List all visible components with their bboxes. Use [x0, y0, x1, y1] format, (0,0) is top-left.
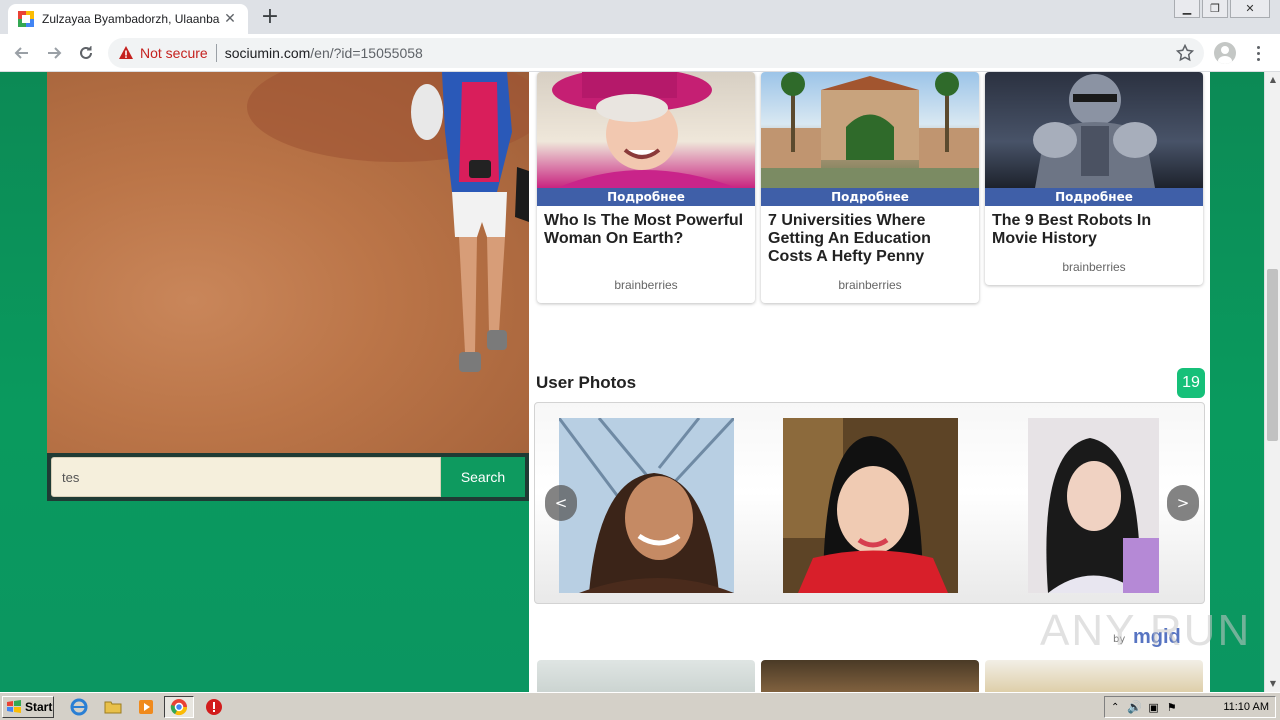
restore-icon[interactable]: ❐: [1202, 0, 1228, 18]
carousel-next-button[interactable]: >: [1167, 485, 1199, 521]
start-button[interactable]: Start: [2, 696, 54, 718]
user-photo-thumbnail[interactable]: [559, 418, 734, 593]
tray-expand-icon[interactable]: ⌃: [1111, 702, 1119, 713]
windows-logo-icon: [7, 700, 21, 713]
page-viewport: Search Подробнее Who Is The Most Powerfu…: [0, 72, 1264, 692]
recommendation-title[interactable]: 7 Universities Where Getting An Educatio…: [768, 212, 972, 266]
star-icon[interactable]: [1176, 44, 1194, 62]
reload-icon[interactable]: [74, 41, 98, 65]
speaker-icon[interactable]: 🔊: [1127, 700, 1142, 714]
read-more-badge[interactable]: Подробнее: [537, 188, 755, 206]
windows-taskbar: Start ⌃ 🔊 ▣ ⚑ 11:10 AM: [0, 692, 1280, 720]
recommendation-title[interactable]: Who Is The Most Powerful Woman On Earth?: [544, 212, 748, 248]
carousel-prev-button[interactable]: <: [545, 485, 577, 521]
scroll-down-icon[interactable]: ▼: [1265, 676, 1280, 692]
omnibox-separator: [215, 44, 217, 62]
ie-icon[interactable]: [70, 698, 88, 716]
chrome-icon[interactable]: [170, 698, 188, 716]
profile-icon[interactable]: [1214, 42, 1236, 64]
recommendation-source: brainberries: [1062, 260, 1126, 274]
clock[interactable]: 11:10 AM: [1223, 701, 1269, 713]
browser-tab-bar: Zulzayaa Byambadorzh, Ulaanbaatar ✕ + ▁ …: [0, 0, 1280, 34]
scroll-up-icon[interactable]: ▲: [1265, 72, 1280, 88]
tab-close-icon[interactable]: ✕: [222, 11, 238, 27]
warning-triangle-icon: [119, 46, 133, 59]
recommendation-card-partial[interactable]: [537, 660, 755, 692]
recommendation-card[interactable]: Подробнее The 9 Best Robots In Movie His…: [985, 72, 1203, 285]
recommendation-card[interactable]: Подробнее 7 Universities Where Getting A…: [761, 72, 979, 303]
browser-tab[interactable]: Zulzayaa Byambadorzh, Ulaanbaatar ✕: [8, 4, 248, 34]
recommendation-card-partial[interactable]: [761, 660, 979, 692]
flag-icon[interactable]: ⚑: [1167, 701, 1177, 714]
search-button[interactable]: Search: [441, 457, 525, 497]
anyrun-watermark: ANY RUN: [1040, 606, 1252, 655]
not-secure-label[interactable]: Not secure: [140, 45, 208, 61]
new-tab-plus-icon[interactable]: +: [258, 5, 282, 29]
opera-stop-icon[interactable]: [205, 698, 223, 716]
recommendation-image: [985, 72, 1203, 188]
network-icon[interactable]: ▣: [1148, 701, 1158, 714]
recommendation-card-partial[interactable]: [985, 660, 1203, 692]
search-input[interactable]: [51, 457, 441, 497]
recommendation-card[interactable]: Подробнее Who Is The Most Powerful Woman…: [537, 72, 755, 303]
address-bar[interactable]: Not secure sociumin.com/en/?id=15055058: [108, 38, 1204, 68]
kebab-menu-icon[interactable]: [1250, 42, 1266, 64]
system-tray: ⌃ 🔊 ▣ ⚑ 11:10 AM: [1104, 696, 1276, 718]
profile-main-photo: [47, 72, 529, 453]
forward-arrow-icon[interactable]: [42, 41, 66, 65]
url-host: sociumin.com: [224, 45, 311, 61]
start-label: Start: [25, 700, 53, 714]
photos-count-badge: 19: [1177, 368, 1205, 398]
content-column: Подробнее Who Is The Most Powerful Woman…: [529, 72, 1210, 692]
recommendation-image: [761, 72, 979, 188]
url-text[interactable]: sociumin.com/en/?id=15055058: [225, 45, 423, 61]
read-more-badge[interactable]: Подробнее: [761, 188, 979, 206]
user-photos-heading: User Photos: [536, 373, 637, 392]
site-favicon-icon: [18, 11, 34, 27]
scroll-thumb[interactable]: [1267, 269, 1278, 441]
recommendation-title[interactable]: The 9 Best Robots In Movie History: [992, 212, 1196, 248]
recommendation-image: [537, 72, 755, 188]
person-figure: [411, 72, 529, 372]
search-form: Search: [47, 453, 529, 501]
browser-toolbar: Not secure sociumin.com/en/?id=15055058: [0, 34, 1280, 72]
minimize-icon[interactable]: ▁: [1174, 0, 1200, 18]
window-controls: ▁ ❐ ✕: [1174, 0, 1270, 18]
user-photo-thumbnail[interactable]: [1028, 418, 1159, 593]
user-photos-carousel: < >: [534, 402, 1205, 604]
back-arrow-icon[interactable]: [10, 41, 34, 65]
recommendation-source: brainberries: [614, 278, 678, 292]
window-close-icon[interactable]: ✕: [1230, 0, 1270, 18]
url-path: /en/?id=15055058: [310, 45, 423, 61]
folder-icon[interactable]: [104, 698, 122, 716]
recommendation-source: brainberries: [838, 278, 902, 292]
media-player-icon[interactable]: [137, 698, 155, 716]
tab-title: Zulzayaa Byambadorzh, Ulaanbaatar: [42, 12, 220, 26]
user-photo-thumbnail[interactable]: [783, 418, 958, 593]
vertical-scrollbar[interactable]: ▲ ▼: [1264, 72, 1280, 692]
read-more-badge[interactable]: Подробнее: [985, 188, 1203, 206]
